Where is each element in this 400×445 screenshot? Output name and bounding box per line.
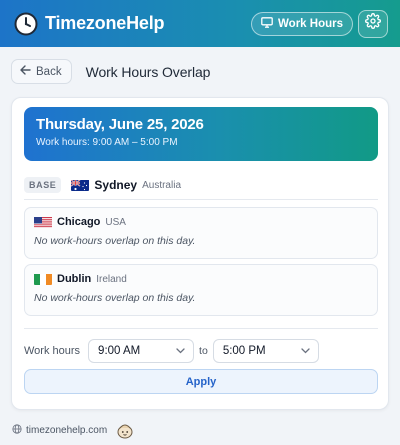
base-city-name: Sydney bbox=[94, 178, 138, 192]
page-title: Work Hours Overlap bbox=[85, 63, 211, 80]
footer: timezonehelp.com bbox=[12, 421, 134, 439]
app-header: TimezoneHelp Work Hours bbox=[0, 0, 400, 47]
apply-button[interactable]: Apply bbox=[24, 369, 378, 394]
start-time-select[interactable]: 9:00 AM bbox=[88, 339, 195, 363]
monitor-icon bbox=[261, 16, 273, 31]
brand-name[interactable]: TimezoneHelp bbox=[45, 13, 164, 34]
overlap-note: No work-hours overlap on this day. bbox=[34, 292, 196, 304]
city-card-dublin: Dublin Ireland No work-hours overlap on … bbox=[24, 264, 378, 316]
divider bbox=[24, 199, 378, 200]
footer-site-link[interactable]: timezonehelp.com bbox=[26, 425, 107, 436]
base-badge: BASE bbox=[24, 177, 62, 193]
page-nav: Back Work Hours Overlap bbox=[11, 59, 210, 84]
settings-button[interactable] bbox=[358, 9, 388, 38]
city-card-chicago: Chicago USA No work-hours overlap on thi… bbox=[24, 207, 378, 259]
base-city-row: BASE Sydney Australia bbox=[24, 177, 181, 193]
back-label: Back bbox=[36, 65, 62, 78]
work-hours-label: Work hours bbox=[24, 345, 81, 357]
end-time-select[interactable]: 5:00 PM bbox=[212, 339, 319, 363]
arrow-left-icon bbox=[20, 65, 31, 78]
city-name: Chicago bbox=[57, 216, 101, 228]
divider bbox=[24, 328, 378, 329]
gear-icon bbox=[365, 13, 381, 34]
to-label: to bbox=[199, 345, 208, 357]
chevron-down-icon bbox=[176, 345, 185, 357]
clock-icon[interactable] bbox=[14, 12, 38, 36]
end-time-value: 5:00 PM bbox=[222, 345, 266, 357]
overlap-card: Thursday, June 25, 2026 Work hours: 9:00… bbox=[11, 97, 389, 410]
work-hours-row: Work hours 9:00 AM to 5:00 PM bbox=[24, 339, 378, 363]
australia-flag-icon bbox=[71, 179, 90, 191]
work-hours-summary: Work hours: 9:00 AM – 5:00 PM bbox=[36, 137, 178, 148]
city-country: USA bbox=[105, 216, 126, 228]
work-hours-label: Work Hours bbox=[278, 17, 343, 30]
ireland-flag-icon bbox=[34, 273, 52, 285]
work-hours-button[interactable]: Work Hours bbox=[251, 11, 353, 36]
overlap-note: No work-hours overlap on this day. bbox=[34, 235, 196, 247]
usa-flag-icon bbox=[34, 216, 52, 228]
start-time-value: 9:00 AM bbox=[98, 345, 141, 357]
city-country: Ireland bbox=[96, 273, 127, 285]
date-banner: Thursday, June 25, 2026 Work hours: 9:00… bbox=[24, 107, 378, 161]
base-country-name: Australia bbox=[142, 179, 181, 191]
mascot-icon[interactable] bbox=[116, 422, 134, 439]
chevron-down-icon bbox=[301, 345, 310, 357]
back-button[interactable]: Back bbox=[11, 59, 72, 84]
date-title: Thursday, June 25, 2026 bbox=[36, 116, 204, 133]
city-name: Dublin bbox=[57, 273, 92, 285]
globe-icon bbox=[12, 421, 22, 439]
